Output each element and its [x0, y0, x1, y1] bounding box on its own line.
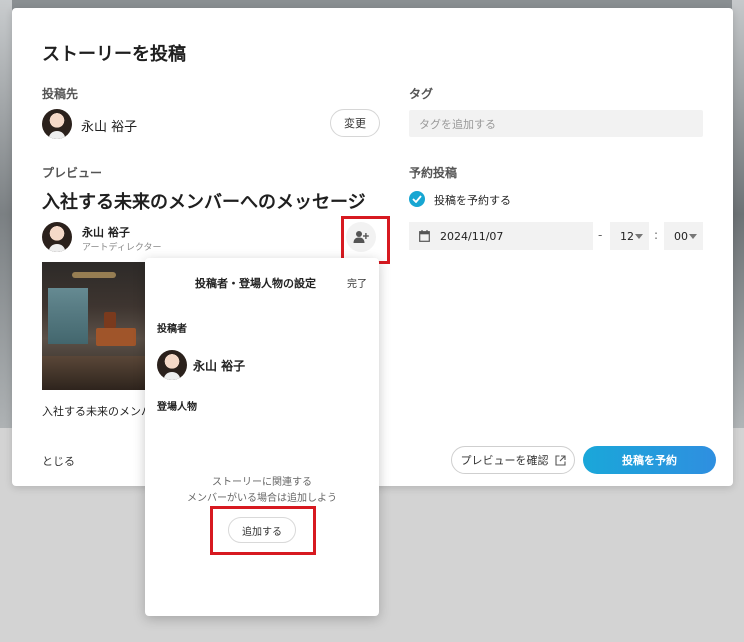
highlight-add-button — [210, 506, 316, 555]
preview-label: プレビュー — [42, 166, 103, 180]
background-edge-right — [732, 0, 744, 428]
tag-input[interactable]: タグを追加する — [409, 110, 703, 137]
date-separator: - — [598, 228, 603, 242]
chevron-down-icon — [689, 233, 697, 239]
external-link-icon — [554, 454, 566, 466]
minute-select[interactable]: 00 — [664, 222, 703, 250]
background-edge-left — [0, 0, 12, 428]
preview-title: 入社する未来のメンバーへのメッセージ — [42, 192, 366, 213]
poster-avatar — [157, 350, 187, 380]
minute-value: 00 — [674, 229, 688, 243]
author-name: 永山 裕子 — [82, 226, 130, 239]
schedule-date: 2024/11/07 — [440, 229, 504, 243]
people-settings-popover: 投稿者・登場人物の設定 完了 投稿者 永山 裕子 登場人物 ストーリーに関連する… — [145, 258, 379, 616]
schedule-label: 予約投稿 — [409, 166, 458, 180]
schedule-date-field[interactable]: 2024/11/07 — [409, 222, 593, 250]
preview-photo — [42, 262, 146, 390]
hour-value: 12 — [620, 229, 634, 243]
preview-confirm-button[interactable]: プレビューを確認 — [451, 446, 575, 474]
poster-name: 永山 裕子 — [193, 359, 246, 373]
destination-label: 投稿先 — [42, 87, 79, 101]
popover-done-button[interactable]: 完了 — [347, 275, 367, 290]
modal-title: ストーリーを投稿 — [42, 44, 186, 65]
tag-label: タグ — [409, 87, 434, 101]
destination-name: 永山 裕子 — [81, 120, 138, 135]
change-destination-button[interactable]: 変更 — [330, 109, 380, 137]
empty-message-line2: メンバーがいる場合は追加しよう — [187, 493, 337, 504]
chevron-down-icon — [635, 233, 643, 239]
author-role: アートディレクター — [82, 243, 162, 253]
destination-avatar — [42, 109, 72, 139]
preview-confirm-label: プレビューを確認 — [460, 454, 549, 467]
poster-label: 投稿者 — [157, 324, 187, 335]
schedule-post-button[interactable]: 投稿を予約 — [583, 446, 716, 474]
preview-text: 入社する未来のメンバ — [42, 405, 146, 418]
schedule-checkbox[interactable] — [409, 191, 425, 207]
hour-select[interactable]: 12 — [610, 222, 649, 250]
time-separator: : — [654, 228, 659, 242]
check-icon — [412, 195, 422, 203]
schedule-checkbox-label: 投稿を予約する — [434, 194, 511, 207]
highlight-person-button — [341, 216, 390, 264]
popover-title: 投稿者・登場人物の設定 — [195, 277, 316, 290]
empty-message-line1: ストーリーに関連する — [212, 477, 312, 488]
close-link[interactable]: とじる — [42, 453, 75, 469]
calendar-icon — [419, 230, 430, 242]
people-label: 登場人物 — [157, 402, 197, 413]
author-avatar — [42, 222, 72, 252]
